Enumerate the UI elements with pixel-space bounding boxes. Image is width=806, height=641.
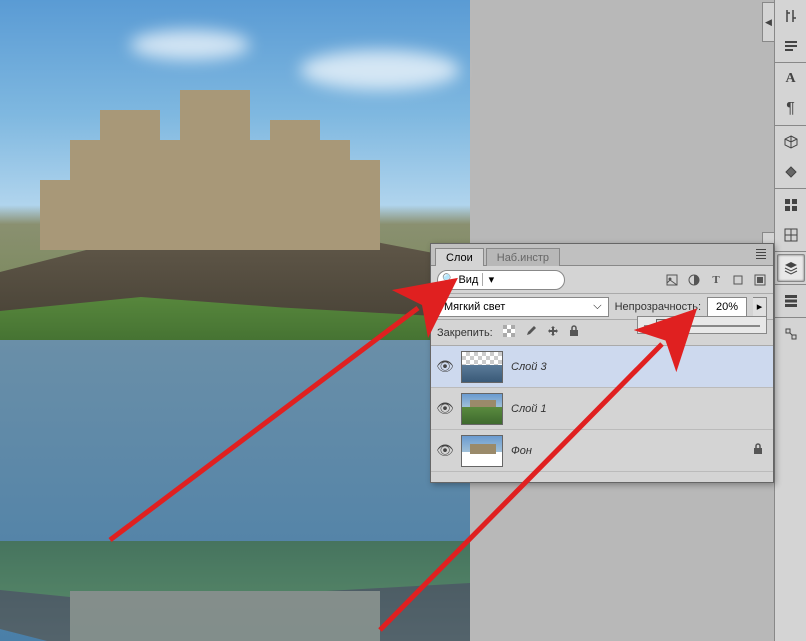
character-icon[interactable]: A xyxy=(777,65,805,93)
adjustments-icon[interactable] xyxy=(777,2,805,30)
layer-search-input[interactable]: 🔍 Вид ▾ xyxy=(437,270,565,290)
filter-pixel-icon[interactable] xyxy=(665,273,679,287)
layer-name[interactable]: Фон xyxy=(511,445,745,457)
cloud-shape xyxy=(130,30,250,60)
filter-smart-icon[interactable] xyxy=(753,273,767,287)
panel-menu-icon[interactable] xyxy=(753,246,769,262)
opacity-dropdown-icon[interactable]: ▸ xyxy=(753,297,767,317)
search-icon: 🔍 xyxy=(442,274,454,285)
document-canvas[interactable] xyxy=(0,0,470,641)
paragraph-icon[interactable]: ¶ xyxy=(777,95,805,123)
lock-move-icon[interactable] xyxy=(547,325,559,340)
layer-thumbnail[interactable] xyxy=(461,351,503,383)
lock-row: Закрепить: xyxy=(431,320,773,346)
layer-filter-row: 🔍 Вид ▾ T xyxy=(431,266,773,294)
layer-thumbnail[interactable] xyxy=(461,393,503,425)
reflection-shape xyxy=(0,340,470,641)
paths-icon[interactable] xyxy=(777,320,805,348)
filter-type-icon[interactable]: T xyxy=(709,273,723,287)
channels-icon[interactable] xyxy=(777,287,805,315)
blend-mode-value: Мягкий свет xyxy=(444,301,505,313)
opacity-label: Непрозрачность: xyxy=(615,301,701,313)
visibility-toggle-icon[interactable]: 👁 xyxy=(437,359,453,375)
layer-row[interactable]: 👁 Фон xyxy=(431,430,773,472)
lock-transparent-icon[interactable] xyxy=(503,325,515,340)
filter-adjust-icon[interactable] xyxy=(687,273,701,287)
layers-icon[interactable] xyxy=(777,254,805,282)
blend-mode-select[interactable]: Мягкий свет ⌵ xyxy=(437,297,609,317)
filter-shape-icon[interactable] xyxy=(731,273,745,287)
layer-row[interactable]: 👁 Слой 1 xyxy=(431,388,773,430)
right-toolbar: ◀ A ¶ ◀ xyxy=(774,0,806,641)
preset-icon[interactable] xyxy=(777,191,805,219)
tab-layers[interactable]: Слои xyxy=(435,248,484,266)
visibility-toggle-icon[interactable]: 👁 xyxy=(437,443,453,459)
lock-all-icon[interactable] xyxy=(569,325,579,340)
lock-brush-icon[interactable] xyxy=(525,325,537,340)
layer-name[interactable]: Слой 3 xyxy=(511,361,767,373)
styles-icon[interactable] xyxy=(777,32,805,60)
3d-icon[interactable] xyxy=(777,128,805,156)
visibility-toggle-icon[interactable]: 👁 xyxy=(437,401,453,417)
materials-icon[interactable] xyxy=(777,158,805,186)
opacity-slider[interactable] xyxy=(637,316,767,334)
search-dropdown-icon[interactable]: ▾ xyxy=(482,273,496,286)
castle-shape xyxy=(40,60,400,260)
search-placeholder: Вид xyxy=(458,274,478,286)
lock-label: Закрепить: xyxy=(437,327,493,339)
layers-list: 👁 Слой 3 👁 Слой 1 👁 Фон xyxy=(431,346,773,482)
layer-row[interactable]: 👁 Слой 3 xyxy=(431,346,773,388)
dropdown-icon: ⌵ xyxy=(593,300,601,313)
layer-thumbnail[interactable] xyxy=(461,435,503,467)
panel-tabbar: Слои Наб.инстр xyxy=(431,244,773,266)
collapse-toggle[interactable]: ◀ xyxy=(762,2,774,42)
tab-presets[interactable]: Наб.инстр xyxy=(486,248,560,266)
layers-panel: Слои Наб.инстр 🔍 Вид ▾ T Мягкий свет ⌵ Н… xyxy=(430,243,774,483)
slider-thumb[interactable] xyxy=(656,319,666,331)
opacity-input[interactable]: 20% xyxy=(707,297,747,317)
swatch-icon[interactable] xyxy=(777,221,805,249)
lock-icon xyxy=(753,443,767,458)
layer-name[interactable]: Слой 1 xyxy=(511,403,767,415)
